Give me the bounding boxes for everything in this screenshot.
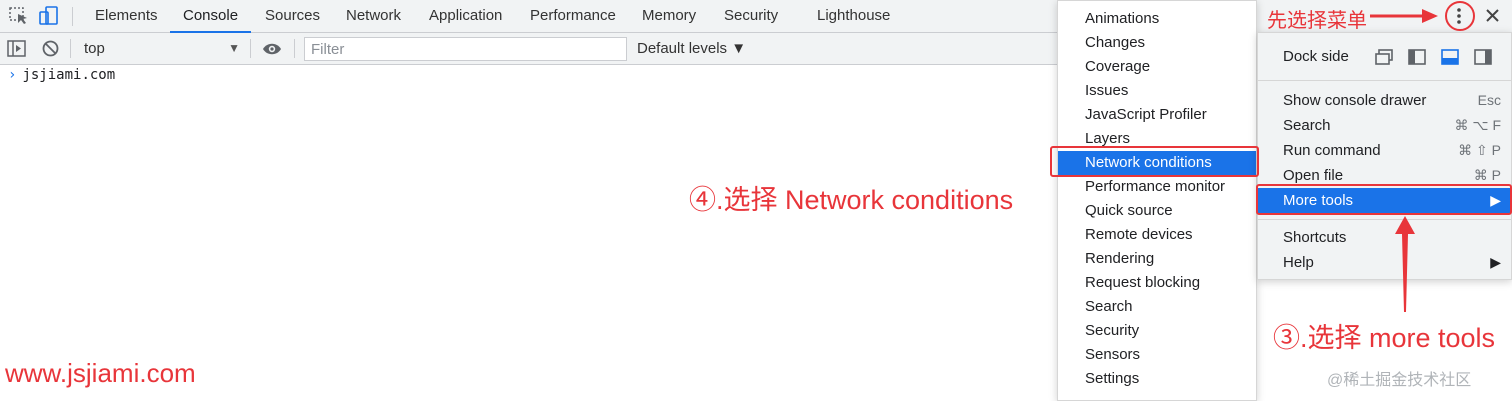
menu-item-quick-source[interactable]: Quick source xyxy=(1058,199,1256,223)
console-prompt: › xyxy=(8,67,17,83)
menu-item-search[interactable]: Search xyxy=(1058,295,1256,319)
menu-item-label: Run command xyxy=(1283,142,1381,159)
menu-divider xyxy=(1258,219,1511,220)
menu-divider xyxy=(1258,80,1511,81)
dock-right-icon[interactable] xyxy=(1474,49,1492,65)
menu-item-javascript-profiler[interactable]: JavaScript Profiler xyxy=(1058,103,1256,127)
menu-item-coverage[interactable]: Coverage xyxy=(1058,55,1256,79)
menu-item-animations[interactable]: Animations xyxy=(1058,7,1256,31)
menu-item-request-blocking[interactable]: Request blocking xyxy=(1058,271,1256,295)
clear-console-icon[interactable] xyxy=(42,40,59,57)
credit-text: @稀土掘金技术社区 xyxy=(1327,372,1472,389)
tab-console[interactable]: Console xyxy=(170,0,252,33)
context-selector-value: top xyxy=(84,40,105,57)
tab-performance[interactable]: Performance xyxy=(530,0,616,33)
submenu-arrow-icon: ▶ xyxy=(1490,254,1501,270)
filter-input[interactable] xyxy=(304,37,627,61)
dock-bottom-icon[interactable] xyxy=(1441,49,1459,65)
menu-item-performance-monitor[interactable]: Performance monitor xyxy=(1058,175,1256,199)
menu-shortcut: ⌘ ⌥ F xyxy=(1454,117,1501,133)
highlight-network-conditions xyxy=(1050,146,1259,177)
annotation-arrow-up-icon xyxy=(1395,216,1415,312)
show-sidebar-icon[interactable] xyxy=(7,40,26,57)
toolbar-divider xyxy=(72,7,73,26)
console-text: jsjiami.com xyxy=(22,67,116,83)
dock-side-label: Dock side xyxy=(1283,48,1349,65)
menu-item-shortcuts[interactable]: Shortcuts xyxy=(1258,225,1511,250)
menu-item-changes[interactable]: Changes xyxy=(1058,31,1256,55)
watermark-text: www.jsjiami.com xyxy=(5,358,196,388)
menu-item-remote-devices[interactable]: Remote devices xyxy=(1058,223,1256,247)
tab-memory[interactable]: Memory xyxy=(642,0,696,33)
context-selector[interactable]: top ▼ xyxy=(76,33,246,64)
menu-item-issues[interactable]: Issues xyxy=(1058,79,1256,103)
customize-devtools-menu: Dock side Show console drawer Esc Search… xyxy=(1257,32,1512,280)
menu-item-label: Show console drawer xyxy=(1283,92,1427,109)
menu-item-security[interactable]: Security xyxy=(1058,319,1256,343)
toolbar-divider xyxy=(70,39,71,58)
log-levels-dropdown[interactable]: Default levels ▼ xyxy=(637,33,746,64)
menu-shortcut: Esc xyxy=(1477,92,1501,108)
menu-item-label: Open file xyxy=(1283,167,1344,184)
console-input-line[interactable]: › jsjiami.com xyxy=(8,67,115,83)
annotation-step1: 先选择菜单 xyxy=(1267,10,1367,32)
menu-item-show-console-drawer[interactable]: Show console drawer Esc xyxy=(1258,88,1511,113)
close-icon[interactable] xyxy=(1485,8,1500,23)
tab-elements[interactable]: Elements xyxy=(95,0,158,33)
menu-item-sensors[interactable]: Sensors xyxy=(1058,343,1256,367)
menu-item-settings[interactable]: Settings xyxy=(1058,367,1256,391)
dock-left-icon[interactable] xyxy=(1408,49,1426,65)
tab-security[interactable]: Security xyxy=(724,0,778,33)
menu-item-label: Help xyxy=(1283,254,1314,271)
tab-lighthouse[interactable]: Lighthouse xyxy=(817,0,890,33)
annotation-step4: ④.选择 Network conditions xyxy=(689,185,1014,215)
chevron-down-icon: ▼ xyxy=(228,41,240,55)
inspect-element-icon[interactable] xyxy=(8,6,30,26)
menu-item-label: Shortcuts xyxy=(1283,229,1347,246)
menu-item-rendering[interactable]: Rendering xyxy=(1058,247,1256,271)
tab-network[interactable]: Network xyxy=(346,0,401,33)
annotation-arrow-right-icon xyxy=(1370,9,1438,23)
menu-shortcut: ⌘ ⇧ P xyxy=(1458,142,1501,158)
device-toolbar-icon[interactable] xyxy=(38,6,60,26)
more-tools-submenu: Animations Changes Coverage Issues JavaS… xyxy=(1057,0,1257,401)
highlight-more-tools xyxy=(1256,184,1512,215)
undock-icon[interactable] xyxy=(1375,49,1393,65)
annotation-step3: ③.选择 more tools xyxy=(1273,323,1496,353)
tab-application[interactable]: Application xyxy=(429,0,502,33)
menu-item-search[interactable]: Search ⌘ ⌥ F xyxy=(1258,113,1511,138)
highlight-kebab-menu xyxy=(1445,1,1475,31)
menu-item-help[interactable]: Help ▶ xyxy=(1258,250,1511,275)
live-expression-icon[interactable] xyxy=(262,42,282,56)
menu-item-run-command[interactable]: Run command ⌘ ⇧ P xyxy=(1258,138,1511,163)
menu-item-label: Search xyxy=(1283,117,1331,134)
toolbar-divider xyxy=(250,39,251,58)
toolbar-divider xyxy=(294,39,295,58)
tab-sources[interactable]: Sources xyxy=(265,0,320,33)
